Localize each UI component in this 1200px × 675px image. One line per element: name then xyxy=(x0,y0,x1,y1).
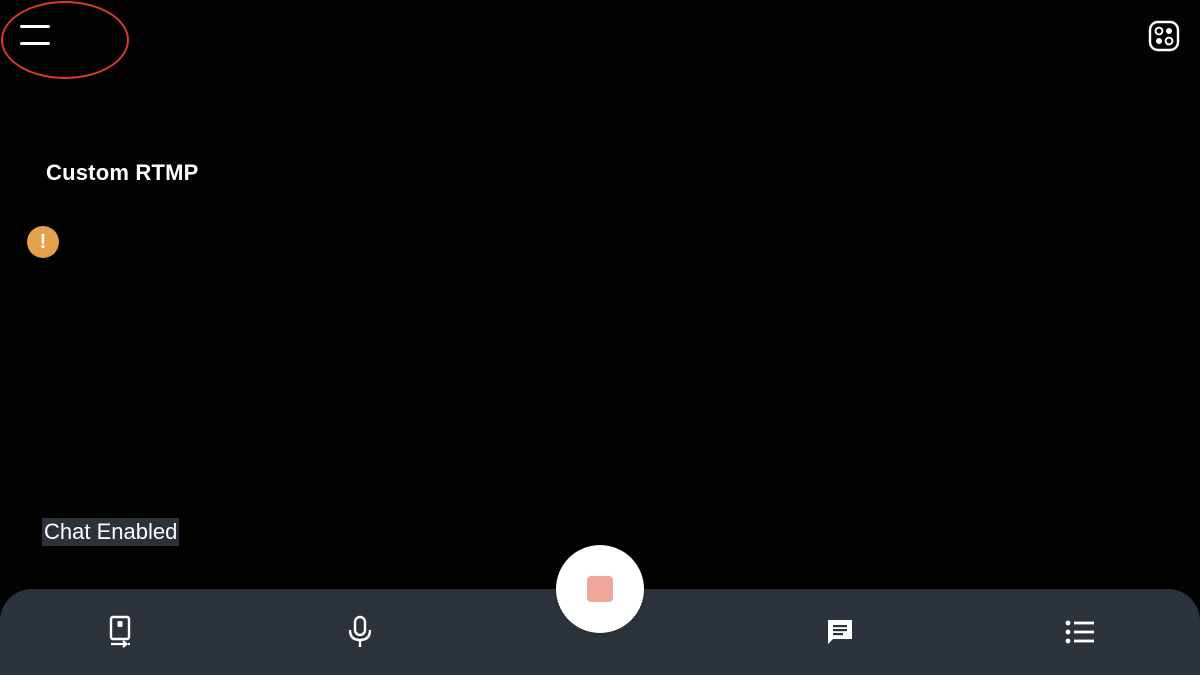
record-stop-button[interactable] xyxy=(556,545,644,633)
list-menu-icon xyxy=(1065,620,1094,644)
stream-screen: Custom RTMP ! Chat Enabled xyxy=(0,0,1200,675)
list-menu-button[interactable] xyxy=(1060,612,1100,652)
microphone-icon xyxy=(348,615,372,647)
warning-icon[interactable]: ! xyxy=(27,226,59,258)
stream-title: Custom RTMP xyxy=(46,160,199,185)
camera-switch-button[interactable] xyxy=(1148,20,1180,52)
hamburger-menu-icon-bottom-bar xyxy=(20,42,50,45)
scene-switch-icon xyxy=(109,615,131,648)
record-stop-icon xyxy=(587,576,613,602)
microphone-button[interactable] xyxy=(340,612,380,652)
hamburger-menu-icon-top-bar xyxy=(20,25,50,28)
scene-switch-button[interactable] xyxy=(100,612,140,652)
chat-icon xyxy=(828,620,852,644)
menu-button[interactable] xyxy=(20,22,52,48)
chat-button[interactable] xyxy=(820,612,860,652)
warning-glyph: ! xyxy=(39,230,47,253)
camera-switch-icon xyxy=(1148,20,1180,52)
chat-status-label: Chat Enabled xyxy=(42,518,180,546)
